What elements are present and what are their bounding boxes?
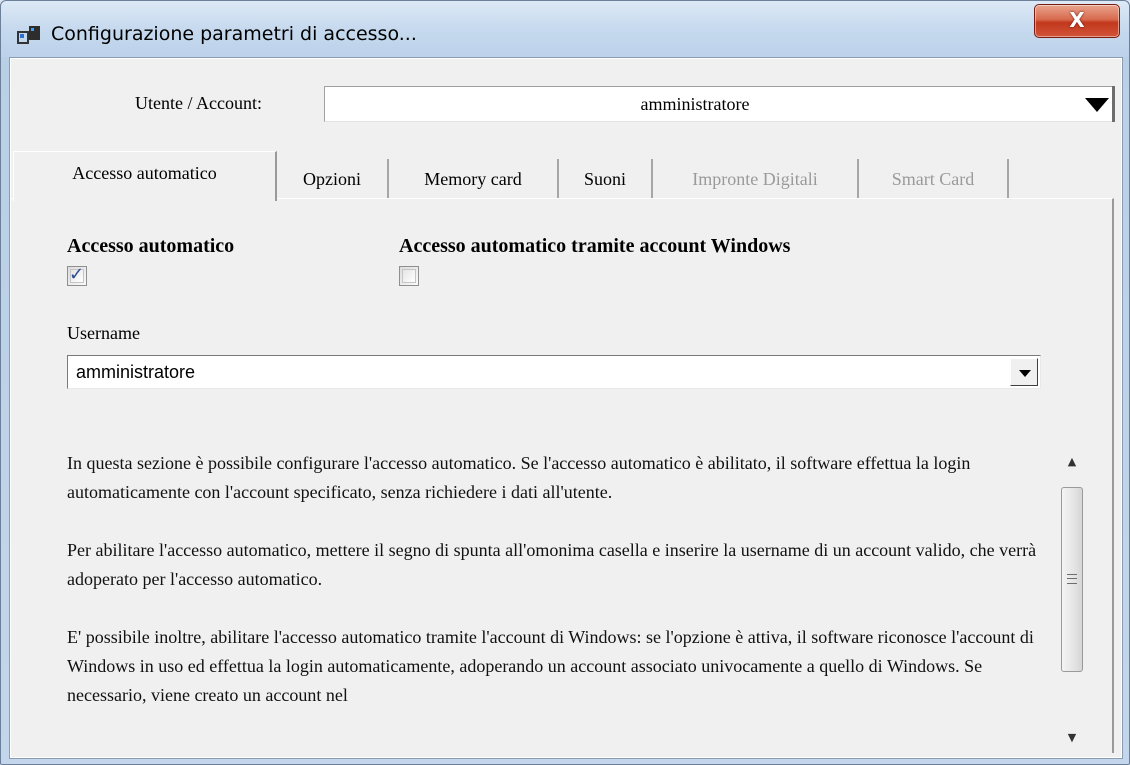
account-select[interactable]: amministratore: [324, 86, 1115, 122]
tab-label: Opzioni: [303, 169, 361, 189]
help-paragraph: In questa sezione è possibile configurar…: [67, 453, 971, 502]
account-select-edge: [1112, 86, 1115, 122]
windows-access-label: Accesso automatico tramite account Windo…: [399, 235, 791, 257]
dialog-window: Configurazione parametri di accesso... X…: [0, 0, 1130, 765]
help-text: In questa sezione è possibile configurar…: [67, 449, 1042, 749]
tab-label: Memory card: [424, 169, 522, 189]
tab-opzioni[interactable]: Opzioni: [277, 159, 389, 199]
checkmark-icon: ✓: [69, 264, 85, 285]
close-icon: X: [1069, 8, 1085, 32]
title-bar[interactable]: Configurazione parametri di accesso... X: [1, 1, 1129, 57]
auto-access-checkbox[interactable]: ✓: [67, 264, 87, 286]
tab-label: Suoni: [583, 169, 626, 189]
tab-smart-card: Smart Card: [859, 159, 1009, 199]
scrollbar-thumb[interactable]: [1061, 487, 1083, 672]
tab-label: Impronte Digitali: [692, 169, 818, 189]
chevron-down-icon[interactable]: [1085, 98, 1109, 112]
window-title: Configurazione parametri di accesso...: [51, 23, 417, 45]
tab-impronte-digitali: Impronte Digitali: [653, 159, 859, 199]
tab-suoni[interactable]: Suoni: [559, 159, 653, 199]
tab-accesso-automatico[interactable]: Accesso automatico: [13, 151, 277, 201]
dialog-body: Utente / Account: amministratore Accesso…: [9, 57, 1123, 759]
app-window-icon: [17, 26, 40, 44]
username-label: Username: [67, 323, 140, 343]
auto-access-label: Accesso automatico: [67, 235, 235, 257]
help-paragraph: Per abilitare l'accesso automatico, mett…: [67, 540, 1037, 589]
tab-label: Smart Card: [891, 169, 975, 189]
scroll-down-icon[interactable]: ▼: [1055, 723, 1089, 753]
help-paragraph: E' possibile inoltre, abilitare l'access…: [67, 627, 1034, 705]
checkbox-box: [402, 269, 416, 283]
tab-label: Accesso automatico: [72, 163, 217, 183]
scroll-up-icon[interactable]: ▲: [1055, 447, 1089, 477]
grip-icon: [1067, 574, 1077, 584]
account-select-value: amministratore: [640, 94, 750, 114]
tab-memory-card[interactable]: Memory card: [389, 159, 559, 199]
tab-bar: Accesso automatico Opzioni Memory card S…: [11, 151, 1123, 201]
username-select[interactable]: amministratore: [67, 355, 1041, 389]
help-scrollbar[interactable]: ▲ ▼: [1055, 447, 1089, 753]
username-value: amministratore: [76, 362, 196, 382]
chevron-down-icon: [1019, 370, 1031, 377]
username-dropdown-button[interactable]: [1010, 358, 1038, 386]
account-label: Utente / Account:: [135, 93, 262, 113]
close-button[interactable]: X: [1034, 4, 1120, 38]
windows-access-checkbox[interactable]: [399, 266, 419, 286]
